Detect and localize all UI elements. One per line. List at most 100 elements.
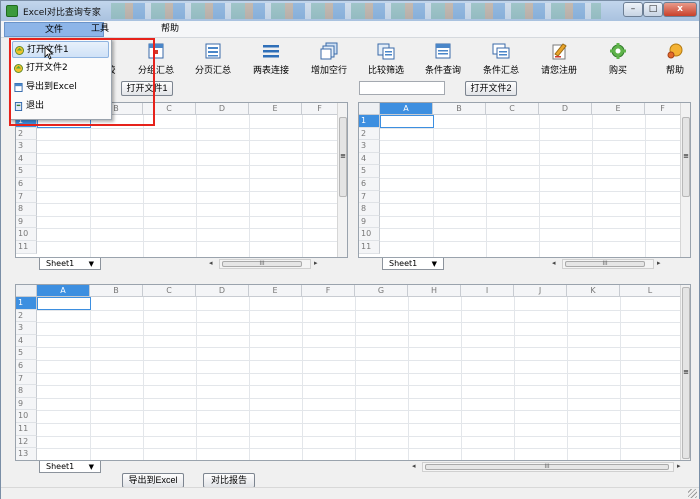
scroll-thumb[interactable]: III [565, 261, 645, 267]
sheet-tab[interactable]: Sheet1 ▼ [39, 461, 101, 473]
row-header[interactable]: 5 [16, 165, 37, 178]
scroll-right-icon[interactable]: ▸ [314, 259, 318, 267]
scroll-thumb[interactable]: ≡ [682, 287, 690, 459]
menu-item-export-excel[interactable]: 导出到Excel [12, 79, 109, 96]
toolbar-compare-filter-button[interactable]: 比较筛选 [363, 42, 409, 78]
column-header[interactable]: J [514, 285, 567, 297]
sheet-tab[interactable]: Sheet1 ▼ [382, 258, 444, 270]
result-spreadsheet[interactable]: A B C D E F G H I J K L 1 2 3 4 5 6 7 8 … [15, 284, 691, 461]
result-horizontal-scrollbar[interactable]: III [422, 462, 674, 472]
row-header[interactable]: 4 [16, 152, 37, 166]
row-header[interactable]: 7 [16, 190, 37, 204]
column-header[interactable]: C [486, 103, 539, 115]
dropdown-arrow-icon[interactable]: ▼ [89, 462, 94, 473]
column-header[interactable]: K [567, 285, 620, 297]
row-header[interactable]: 3 [359, 140, 380, 153]
menu-help[interactable]: 帮助 [151, 22, 189, 37]
row-header[interactable]: 2 [16, 309, 37, 323]
column-header[interactable]: G [355, 285, 408, 297]
row-header[interactable]: 11 [359, 241, 380, 254]
resize-grip-icon[interactable] [688, 489, 697, 498]
row-header[interactable]: 5 [16, 347, 37, 360]
toolbar-register-button[interactable]: 请您注册 [536, 42, 582, 78]
close-button[interactable]: x [663, 2, 697, 17]
row-header[interactable]: 6 [16, 178, 37, 191]
sheet-tab[interactable]: Sheet1 ▼ [39, 258, 101, 270]
scroll-thumb[interactable]: III [222, 261, 302, 267]
scroll-thumb[interactable]: ≡ [682, 117, 690, 197]
scroll-thumb[interactable]: III [425, 464, 669, 470]
dropdown-arrow-icon[interactable]: ▼ [432, 259, 437, 270]
column-header[interactable]: H [408, 285, 461, 297]
column-header[interactable]: D [196, 285, 249, 297]
column-header[interactable]: F [645, 103, 681, 115]
open-file1-button[interactable]: 打开文件1 [121, 81, 173, 96]
export-excel-button[interactable]: 导出到Excel [122, 473, 184, 488]
left-horizontal-scrollbar[interactable]: III [219, 259, 311, 269]
right-vertical-scrollbar[interactable]: ≡ [680, 103, 690, 257]
column-header[interactable]: D [196, 103, 249, 115]
row-header[interactable]: 9 [16, 397, 37, 411]
column-header[interactable]: C [143, 103, 196, 115]
scroll-thumb[interactable]: ≡ [339, 117, 347, 197]
column-header[interactable]: B [90, 285, 143, 297]
left-vertical-scrollbar[interactable]: ≡ [337, 103, 347, 257]
toolbar-condition-summary-button[interactable]: 条件汇总 [478, 42, 524, 78]
row-header[interactable]: 2 [16, 127, 37, 141]
active-cell[interactable] [380, 115, 434, 128]
result-vertical-scrollbar[interactable]: ≡ [680, 285, 690, 460]
grid-corner[interactable] [359, 103, 380, 115]
row-header[interactable]: 6 [16, 360, 37, 373]
row-header[interactable]: 11 [16, 241, 37, 254]
toolbar-join-tables-button[interactable]: 两表连接 [248, 42, 294, 78]
toolbar-group-summary-button[interactable]: 分组汇总 [133, 42, 179, 78]
row-header[interactable]: 12 [16, 435, 37, 449]
column-header[interactable]: E [592, 103, 645, 115]
column-header[interactable]: E [249, 103, 302, 115]
scroll-left-icon[interactable]: ◂ [209, 259, 213, 267]
toolbar-buy-button[interactable]: 购买 [598, 42, 638, 78]
toolbar-condition-query-button[interactable]: 条件查询 [420, 42, 466, 78]
row-header[interactable]: 3 [16, 322, 37, 335]
row-header[interactable]: 6 [359, 178, 380, 191]
row-header[interactable]: 10 [359, 228, 380, 241]
row-header[interactable]: 1 [16, 297, 37, 310]
column-header[interactable]: E [249, 285, 302, 297]
row-header[interactable]: 9 [16, 215, 37, 229]
right-horizontal-scrollbar[interactable]: III [562, 259, 654, 269]
menu-item-open-file1[interactable]: 打开文件1 [12, 41, 109, 58]
row-header[interactable]: 1 [359, 115, 380, 128]
maximize-button[interactable]: □ [643, 2, 663, 17]
row-header[interactable]: 2 [359, 127, 380, 141]
active-cell[interactable] [37, 297, 91, 310]
column-header[interactable]: A [37, 285, 90, 297]
row-header[interactable]: 4 [16, 334, 37, 348]
column-header[interactable]: B [433, 103, 486, 115]
dropdown-arrow-icon[interactable]: ▼ [89, 259, 94, 270]
row-header[interactable]: 8 [16, 203, 37, 216]
scroll-left-icon[interactable]: ◂ [412, 462, 416, 470]
menu-item-exit[interactable]: 退出 [12, 98, 109, 115]
toolbar-help-button[interactable]: 帮助 [657, 42, 693, 78]
column-header[interactable]: I [461, 285, 514, 297]
column-header[interactable]: F [302, 285, 355, 297]
row-header[interactable]: 10 [16, 228, 37, 241]
row-header[interactable]: 8 [359, 203, 380, 216]
scroll-right-icon[interactable]: ▸ [677, 462, 681, 470]
row-header[interactable]: 11 [16, 423, 37, 436]
toolbar-add-rows-button[interactable]: 增加空行 [306, 42, 352, 78]
comparison-report-button[interactable]: 对比报告 [203, 473, 255, 488]
column-header[interactable]: F [302, 103, 338, 115]
menu-item-open-file2[interactable]: 打开文件2 [12, 60, 109, 77]
row-header[interactable]: 10 [16, 410, 37, 423]
grid-corner[interactable] [16, 285, 37, 297]
scroll-left-icon[interactable]: ◂ [552, 259, 556, 267]
row-header[interactable]: 13 [16, 448, 37, 460]
menu-tools[interactable]: 工具 [81, 22, 119, 37]
row-header[interactable]: 7 [359, 190, 380, 204]
row-header[interactable]: 5 [359, 165, 380, 178]
row-header[interactable]: 8 [16, 385, 37, 398]
row-header[interactable]: 4 [359, 152, 380, 166]
minimize-button[interactable]: – [623, 2, 643, 17]
open-file2-button[interactable]: 打开文件2 [465, 81, 517, 96]
